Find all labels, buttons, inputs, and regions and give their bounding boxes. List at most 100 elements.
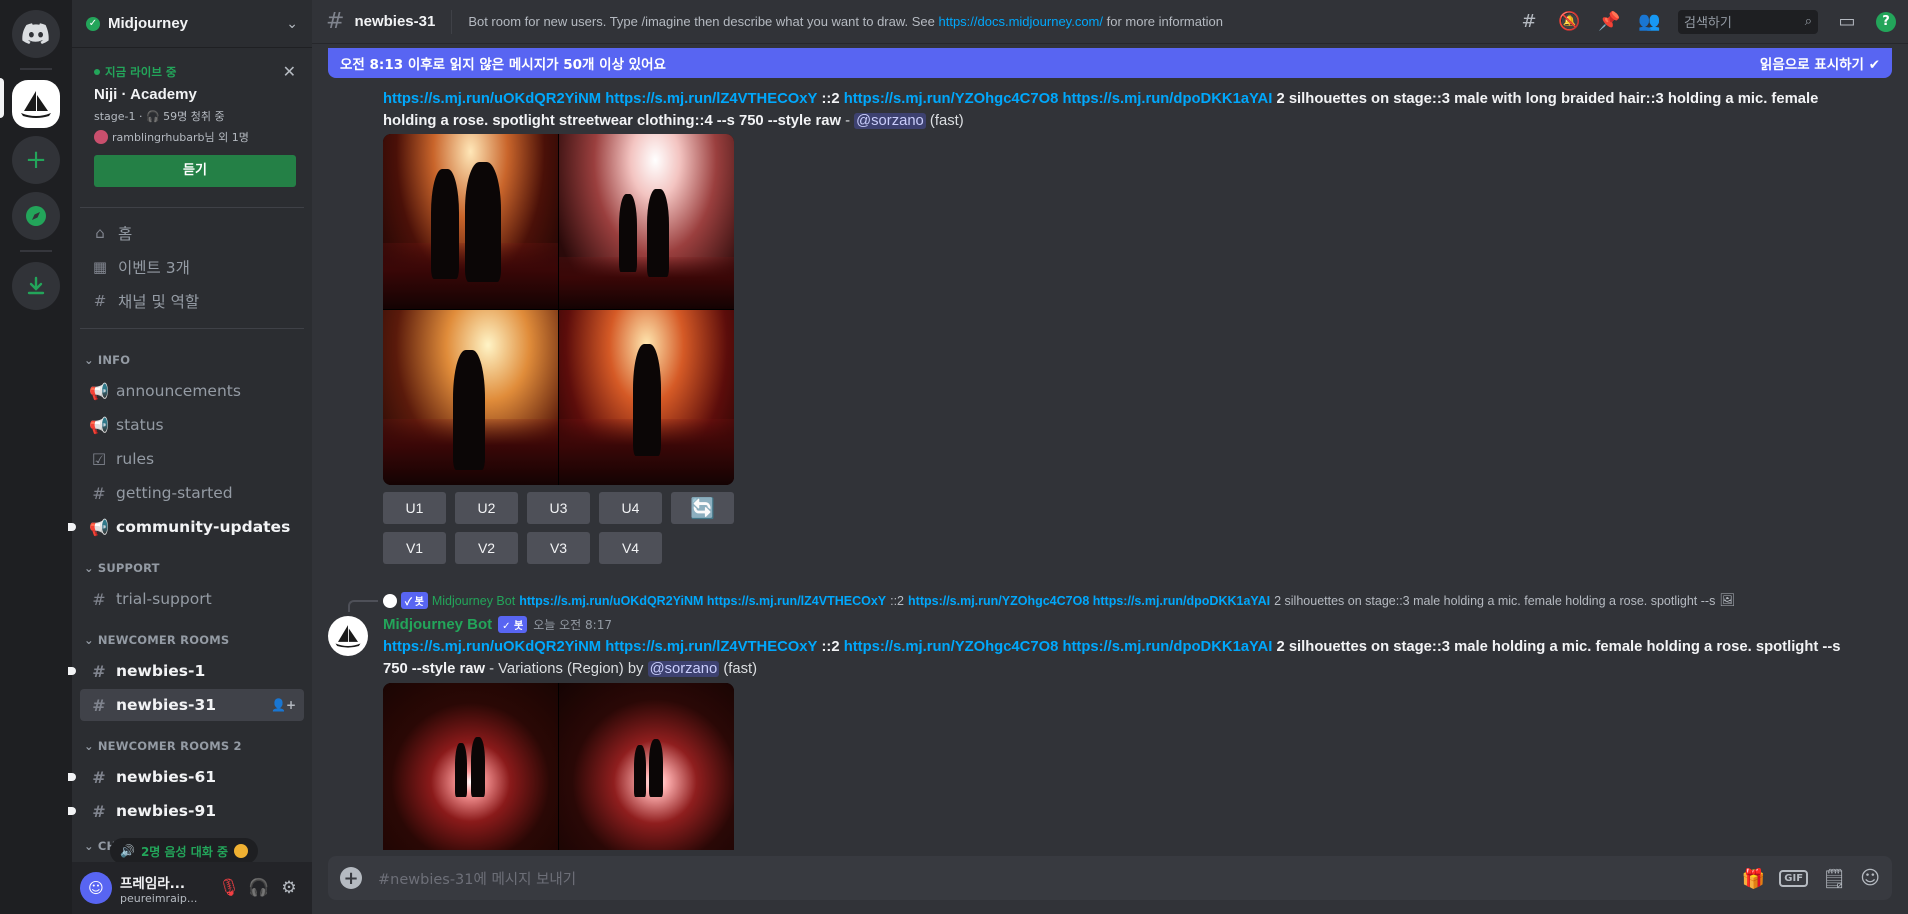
channel-label: newbies-61 bbox=[116, 768, 217, 786]
upscale-3-button[interactable]: U3 bbox=[527, 492, 590, 524]
channel-newbies-31[interactable]: # newbies-31 👤+ bbox=[80, 689, 304, 721]
sidebar-divider bbox=[80, 328, 304, 329]
variation-4-button[interactable]: V4 bbox=[599, 532, 662, 564]
channel-newbies-91[interactable]: # newbies-91 bbox=[68, 795, 304, 827]
generated-image-4[interactable] bbox=[559, 310, 734, 485]
prompt-link[interactable]: https://s.mj.run/lZ4VTHECOxY bbox=[605, 639, 817, 655]
generated-image-2[interactable] bbox=[559, 683, 734, 850]
help-icon[interactable]: ? bbox=[1876, 11, 1896, 32]
prompt-weight: ::2 bbox=[821, 91, 840, 107]
inbox-icon[interactable]: ▭ bbox=[1836, 11, 1858, 32]
sidebar-divider bbox=[80, 207, 304, 208]
server-header[interactable]: ✓ Midjourney ⌄ bbox=[72, 0, 312, 48]
message-composer[interactable]: + #newbies-31에 메시지 보내기 🎁 GIF 🗒 ☺ bbox=[328, 856, 1892, 900]
explore-icon[interactable] bbox=[12, 192, 60, 240]
avatar[interactable]: ☺ bbox=[80, 872, 112, 904]
unread-messages-banner[interactable]: 오전 8:13 이후로 읽지 않은 메시지가 50개 이상 있어요 읽음으로 표… bbox=[328, 48, 1892, 78]
generated-image-3[interactable] bbox=[383, 310, 558, 485]
member-list-icon[interactable]: 👥 bbox=[1638, 11, 1660, 32]
prompt-link[interactable]: https://s.mj.run/lZ4VTHECOxY bbox=[605, 91, 817, 107]
channel-getting-started[interactable]: # getting-started bbox=[80, 477, 304, 509]
image-grid[interactable] bbox=[383, 134, 734, 485]
prompt-link[interactable]: https://s.mj.run/dpoDKK1aYAI bbox=[1062, 639, 1272, 655]
user-mention[interactable]: @sorzano bbox=[854, 113, 926, 129]
headphones-icon[interactable]: 🎧 bbox=[244, 878, 274, 898]
channel-label: rules bbox=[116, 450, 155, 468]
channel-newbies-61[interactable]: # newbies-61 bbox=[68, 761, 304, 793]
channel-status[interactable]: 📢 status bbox=[80, 409, 304, 441]
attach-plus-icon[interactable]: + bbox=[340, 867, 362, 889]
topic-link[interactable]: https://docs.midjourney.com/ bbox=[939, 14, 1104, 29]
category-newcomer-rooms[interactable]: ⌄ NEWCOMER ROOMS bbox=[72, 617, 312, 653]
channel-newbies-1[interactable]: # newbies-1 bbox=[68, 655, 304, 687]
threads-icon: # bbox=[92, 767, 106, 787]
download-icon[interactable] bbox=[12, 262, 60, 310]
generated-image-1[interactable] bbox=[383, 683, 558, 850]
category-info[interactable]: ⌄ INFO bbox=[72, 337, 312, 373]
channel-announcements[interactable]: 📢 announcements bbox=[80, 375, 304, 407]
topic-text-end: for more information bbox=[1103, 14, 1223, 29]
channel-rules[interactable]: ☑ rules bbox=[80, 443, 304, 475]
megaphone-icon: 📢 bbox=[89, 381, 109, 401]
generated-image-2[interactable] bbox=[559, 134, 734, 309]
prompt-weight: ::2 bbox=[821, 639, 840, 655]
close-icon[interactable]: ✕ bbox=[283, 62, 296, 81]
variation-1-button[interactable]: V1 bbox=[383, 532, 446, 564]
image-grid[interactable] bbox=[383, 683, 734, 850]
active-server-indicator bbox=[0, 78, 4, 118]
listen-button[interactable]: 듣기 bbox=[94, 155, 296, 187]
channel-trial-support[interactable]: # trial-support bbox=[80, 583, 304, 615]
prompt-link[interactable]: https://s.mj.run/uOKdQR2YiNM bbox=[383, 91, 601, 107]
author-name[interactable]: Midjourney Bot bbox=[383, 616, 492, 633]
channel-label: announcements bbox=[116, 382, 241, 400]
nav-channels-roles[interactable]: # 채널 및 역할 bbox=[80, 284, 304, 318]
prompt-link[interactable]: https://s.mj.run/YZOhgc4C7O8 bbox=[844, 639, 1059, 655]
mark-as-read-button[interactable]: 읽음으로 표시하기 ✔ bbox=[1760, 53, 1880, 73]
avatar[interactable] bbox=[328, 616, 368, 656]
variation-buttons: V1 V2 V3 V4 bbox=[383, 532, 662, 564]
reply-preview[interactable]: ✓ 봇 Midjourney Bot https://s.mj.run/uOKd… bbox=[383, 592, 1868, 609]
nav-events[interactable]: ▦ 이벤트 3개 bbox=[80, 250, 304, 284]
prompt-link[interactable]: https://s.mj.run/YZOhgc4C7O8 bbox=[844, 91, 1059, 107]
variation-3-button[interactable]: V3 bbox=[527, 532, 590, 564]
upscale-4-button[interactable]: U4 bbox=[599, 492, 662, 524]
nav-home[interactable]: ⌂ 홈 bbox=[80, 216, 304, 250]
category-support[interactable]: ⌄ SUPPORT bbox=[72, 545, 312, 581]
discord-home-icon[interactable] bbox=[12, 10, 60, 58]
channel-label: trial-support bbox=[116, 590, 212, 608]
gift-icon[interactable]: 🎁 bbox=[1742, 867, 1766, 890]
message-input[interactable]: #newbies-31에 메시지 보내기 bbox=[378, 868, 1742, 889]
prompt-link[interactable]: https://s.mj.run/dpoDKK1aYAI bbox=[1062, 91, 1272, 107]
mute-microphone-icon[interactable]: 🎙 bbox=[214, 878, 244, 898]
channel-community-updates[interactable]: 📢 community-updates bbox=[68, 511, 304, 543]
category-label: INFO bbox=[97, 353, 131, 367]
search-input[interactable]: 검색하기 ⌕ bbox=[1678, 9, 1818, 34]
pin-icon[interactable]: 📌 bbox=[1598, 11, 1620, 32]
gear-icon[interactable]: ⚙ bbox=[274, 878, 304, 898]
threads-icon[interactable]: # bbox=[1518, 11, 1540, 32]
prompt-link[interactable]: https://s.mj.run/uOKdQR2YiNM bbox=[383, 639, 601, 655]
user-mention[interactable]: @sorzano bbox=[647, 661, 720, 677]
sticker-icon[interactable]: 🗒 bbox=[1822, 867, 1846, 890]
voice-activity-pill[interactable]: 🔊 2명 음성 대화 중 bbox=[110, 838, 259, 864]
upscale-2-button[interactable]: U2 bbox=[455, 492, 518, 524]
generated-image-1[interactable] bbox=[383, 134, 558, 309]
variation-2-button[interactable]: V2 bbox=[455, 532, 518, 564]
unread-indicator bbox=[68, 667, 76, 675]
add-server-icon[interactable]: + bbox=[12, 136, 60, 184]
channel-sidebar: ✓ Midjourney ⌄ 지금 라이브 중 ✕ Niji · Academy… bbox=[68, 0, 312, 914]
emoji-icon[interactable]: ☺ bbox=[1860, 867, 1880, 889]
reply-weight: ::2 bbox=[890, 593, 905, 608]
reroll-button[interactable]: 🔄 bbox=[671, 492, 734, 524]
upscale-1-button[interactable]: U1 bbox=[383, 492, 446, 524]
image-silhouette bbox=[649, 739, 663, 797]
midjourney-server-icon[interactable] bbox=[12, 80, 60, 128]
user-info[interactable]: 프레임라... peureimraip... bbox=[120, 872, 214, 905]
gif-icon[interactable]: GIF bbox=[1779, 869, 1809, 887]
notification-bell-muted-icon[interactable]: 🔕 bbox=[1558, 11, 1580, 32]
invite-member-icon[interactable]: 👤+ bbox=[271, 698, 296, 712]
chevron-down-icon[interactable]: ⌄ bbox=[286, 16, 298, 32]
channel-label: newbies-1 bbox=[116, 662, 206, 680]
channel-topic[interactable]: Bot room for new users. Type /imagine th… bbox=[468, 14, 1506, 29]
category-newcomer-rooms-2[interactable]: ⌄ NEWCOMER ROOMS 2 bbox=[72, 723, 312, 759]
